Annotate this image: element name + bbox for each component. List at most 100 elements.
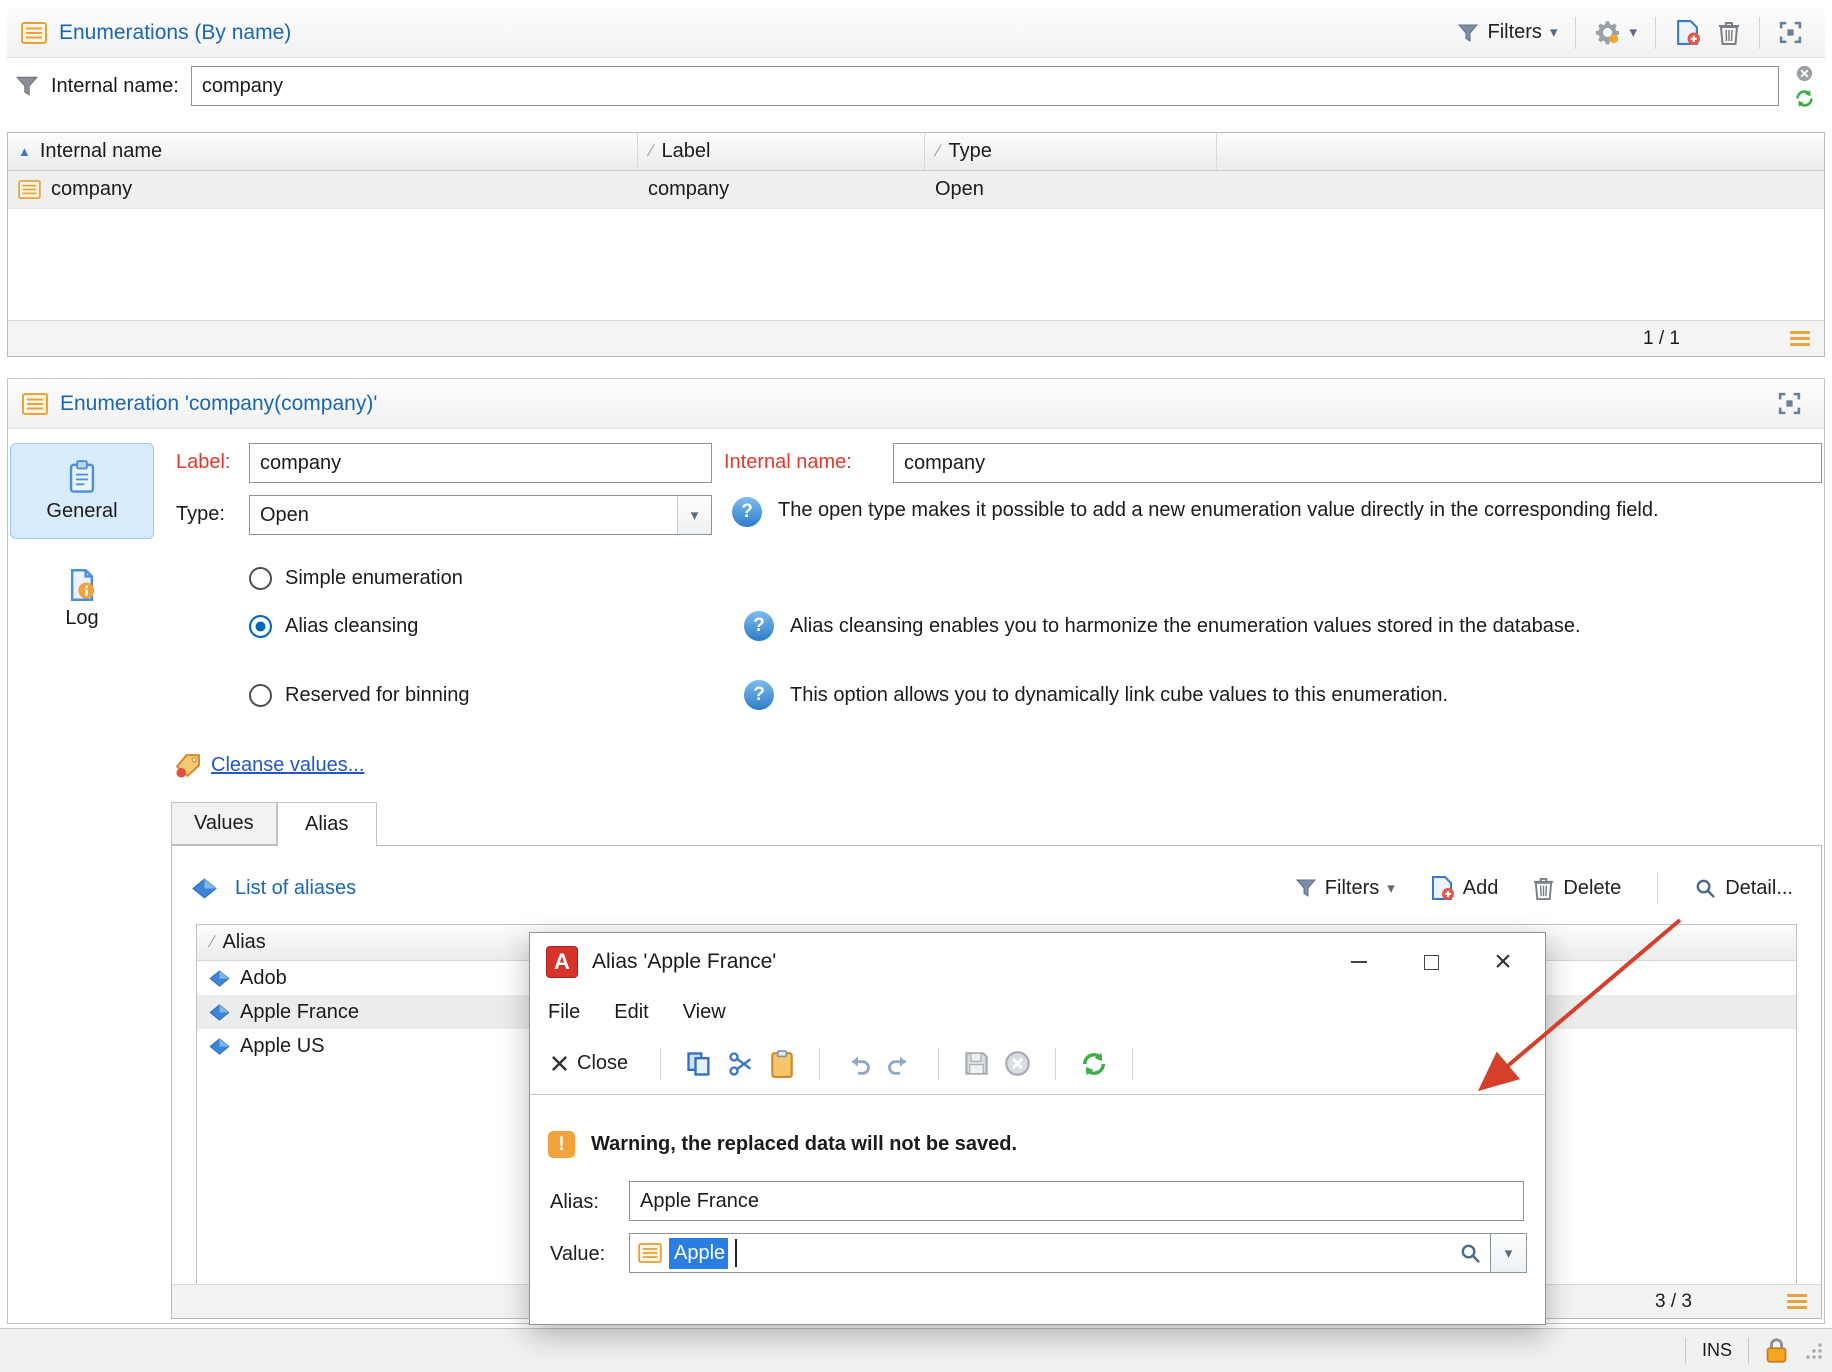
internal-name-filter-input[interactable] bbox=[190, 66, 1779, 106]
menu-item-view[interactable]: View bbox=[683, 1001, 726, 1024]
filters-button-label: Filters bbox=[1487, 21, 1542, 43]
radio-unselected-icon bbox=[249, 684, 272, 707]
tab-values[interactable]: Values bbox=[171, 802, 277, 845]
refresh-icon[interactable] bbox=[1794, 88, 1815, 109]
detail-header: Enumeration 'company(company)' bbox=[8, 379, 1824, 429]
row-count: 1 / 1 bbox=[1643, 327, 1680, 349]
sidebar-item-general[interactable]: General bbox=[10, 443, 154, 539]
maximize-button[interactable] bbox=[1395, 941, 1467, 983]
diamond-icon bbox=[209, 969, 230, 987]
type-select[interactable]: Open ▾ bbox=[249, 495, 712, 535]
paste-icon[interactable] bbox=[769, 1049, 795, 1078]
type-help: ? The open type makes it possible to add… bbox=[732, 497, 1742, 527]
table-header-row: ▲ Internal name / Label / Type bbox=[8, 133, 1824, 171]
tab-alias[interactable]: Alias bbox=[276, 802, 377, 846]
sort-column-icon: / bbox=[645, 142, 656, 160]
delete-enumeration-button[interactable] bbox=[1709, 16, 1749, 50]
value-input[interactable]: Apple bbox=[629, 1233, 1491, 1273]
close-button[interactable]: × bbox=[1467, 941, 1539, 983]
cleanse-values-link[interactable]: Cleanse values... bbox=[211, 754, 364, 777]
log-icon bbox=[67, 568, 97, 601]
expand-icon bbox=[1777, 391, 1802, 416]
cell-internal-name: company bbox=[51, 178, 133, 200]
diamond-icon bbox=[192, 877, 217, 899]
column-header-type[interactable]: / Type bbox=[925, 133, 1217, 170]
help-icon: ? bbox=[744, 680, 774, 710]
cancel-icon-disabled[interactable] bbox=[1004, 1050, 1031, 1077]
radio-reserved-for-binning[interactable]: Reserved for binning bbox=[249, 684, 470, 707]
alias-filters-label: Filters bbox=[1324, 876, 1380, 899]
filter-field-label: Internal name: bbox=[51, 74, 179, 97]
warning-text: Warning, the replaced data will not be s… bbox=[591, 1133, 1018, 1155]
toolbar-close-button[interactable]: Close bbox=[542, 1048, 636, 1079]
radio-alias-cleansing[interactable]: Alias cleansing bbox=[249, 615, 418, 638]
alias-delete-button[interactable]: Delete bbox=[1524, 872, 1629, 905]
alias-row-label: Apple France bbox=[240, 1000, 359, 1023]
maximize-panel-button[interactable] bbox=[1770, 16, 1811, 49]
search-icon bbox=[1694, 877, 1717, 900]
chevron-down-icon: ▾ bbox=[1387, 879, 1395, 897]
enumeration-icon bbox=[18, 180, 41, 199]
close-x-icon bbox=[550, 1054, 569, 1073]
search-icon[interactable] bbox=[1459, 1242, 1482, 1265]
lock-icon bbox=[1765, 1337, 1788, 1364]
alias-cleansing-help-text: Alias cleansing enables you to harmonize… bbox=[790, 614, 1581, 637]
column-header-internal-name[interactable]: ▲ Internal name bbox=[8, 133, 638, 170]
cell-type: Open bbox=[935, 178, 984, 200]
alias-detail-button[interactable]: Detail... bbox=[1686, 873, 1801, 904]
sidebar-item-log[interactable]: Log bbox=[10, 557, 154, 641]
sidebar-item-label: General bbox=[46, 499, 118, 522]
enumeration-icon bbox=[21, 21, 47, 44]
column-header-empty bbox=[1217, 133, 1824, 170]
value-dropdown-button[interactable]: ▾ bbox=[1491, 1233, 1527, 1273]
minimize-button[interactable] bbox=[1323, 941, 1395, 983]
sort-column-icon: / bbox=[932, 142, 943, 160]
settings-button[interactable]: ▾ bbox=[1586, 15, 1645, 50]
menu-item-edit[interactable]: Edit bbox=[614, 1001, 648, 1024]
alias-add-button[interactable]: Add bbox=[1421, 871, 1507, 905]
add-enumeration-button[interactable] bbox=[1666, 15, 1709, 50]
enumeration-icon bbox=[22, 392, 48, 415]
filter-funnel-icon bbox=[15, 74, 39, 98]
table-menu-icon[interactable] bbox=[1790, 328, 1810, 349]
cell-label: company bbox=[648, 178, 730, 200]
cut-icon[interactable] bbox=[727, 1050, 755, 1078]
redo-icon[interactable] bbox=[886, 1050, 914, 1078]
application-window: Enumerations (By name) Filters ▾ ▾ Inter… bbox=[0, 0, 1832, 1372]
save-icon-disabled[interactable] bbox=[963, 1050, 990, 1077]
alias-input[interactable] bbox=[629, 1181, 1524, 1221]
trash-icon bbox=[1717, 20, 1741, 46]
radio-label: Reserved for binning bbox=[285, 684, 470, 706]
copy-icon[interactable] bbox=[685, 1050, 713, 1078]
enumeration-icon bbox=[638, 1243, 662, 1263]
diamond-icon bbox=[209, 1037, 230, 1055]
radio-selected-icon bbox=[249, 615, 272, 638]
alias-filters-button[interactable]: Filters ▾ bbox=[1287, 873, 1403, 904]
resize-grip[interactable] bbox=[1804, 1341, 1824, 1361]
menu-item-file[interactable]: File bbox=[548, 1001, 580, 1024]
dialog-title-bar[interactable]: A Alias 'Apple France' × bbox=[530, 933, 1545, 991]
alias-delete-label: Delete bbox=[1563, 876, 1622, 899]
alias-menu-icon[interactable] bbox=[1787, 1291, 1807, 1312]
radio-simple-enumeration[interactable]: Simple enumeration bbox=[249, 567, 463, 590]
sort-ascending-icon: ▲ bbox=[18, 144, 31, 159]
column-header-label[interactable]: / Label bbox=[638, 133, 925, 170]
value-field-label: Value: bbox=[550, 1243, 606, 1265]
internal-name-input[interactable] bbox=[893, 443, 1822, 483]
undo-icon[interactable] bbox=[844, 1050, 872, 1078]
maximize-panel-button[interactable] bbox=[1769, 387, 1810, 420]
maximize-icon bbox=[1423, 954, 1439, 970]
cleanse-values-row: Cleanse values... bbox=[174, 753, 364, 778]
status-bar: INS bbox=[0, 1328, 1832, 1372]
filters-button[interactable]: Filters ▾ bbox=[1449, 17, 1565, 48]
label-input[interactable] bbox=[249, 443, 712, 483]
alias-cleansing-help: ? Alias cleansing enables you to harmoni… bbox=[744, 611, 1581, 641]
filter-row: Internal name: bbox=[7, 58, 1825, 114]
alias-detail-label: Detail... bbox=[1725, 876, 1793, 899]
refresh-icon[interactable] bbox=[1080, 1050, 1108, 1078]
table-row-company[interactable]: company company Open bbox=[8, 171, 1824, 209]
alias-add-label: Add bbox=[1462, 876, 1499, 899]
gear-icon bbox=[1594, 19, 1621, 46]
clear-filter-icon[interactable] bbox=[1795, 64, 1814, 83]
label-caption: Label: bbox=[176, 451, 231, 473]
